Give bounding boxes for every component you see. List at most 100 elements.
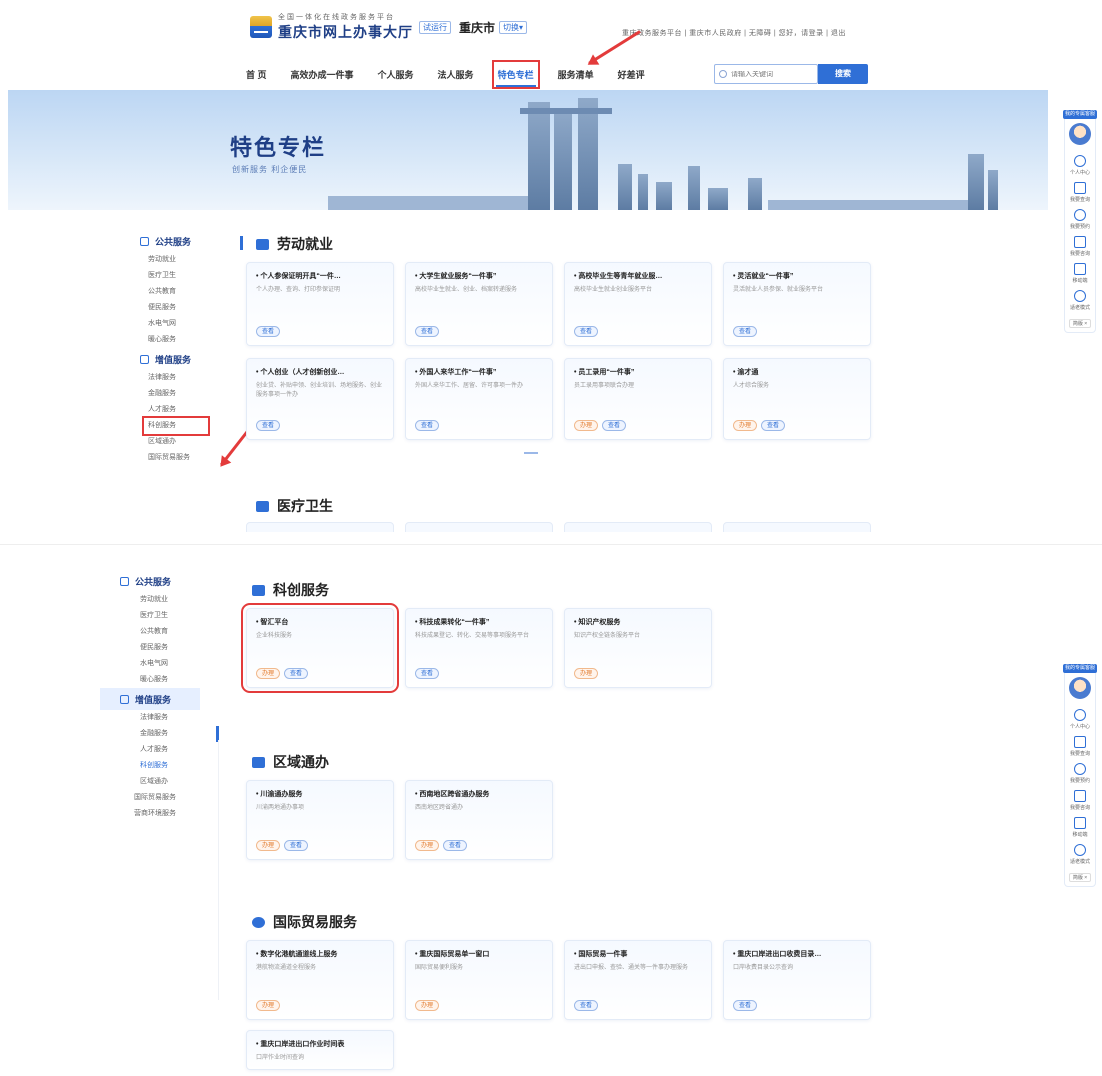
- fb-query[interactable]: 我要查询: [1070, 182, 1090, 203]
- service-card[interactable]: • 国际贸易一件事 进出口申报、查验、通关等一件事办理服务 查看: [564, 940, 712, 1020]
- search-input[interactable]: [731, 70, 811, 78]
- handle-tag[interactable]: 办理: [256, 1000, 281, 1011]
- view-tag[interactable]: 查看: [574, 326, 599, 337]
- sidebar-category-value-added[interactable]: 增值服务: [122, 348, 234, 370]
- site-logo[interactable]: 全国一体化在线政务服务平台 重庆市网上办事大厅 试运行 重庆市 切换▾: [250, 12, 528, 42]
- sidebar-divider-line: [218, 740, 219, 1000]
- nav-one-thing[interactable]: 高效办成一件事: [289, 64, 356, 85]
- view-tag[interactable]: 查看: [284, 840, 309, 851]
- sidebar-item-business-env[interactable]: 营商环境服务: [100, 806, 212, 822]
- view-tag[interactable]: 查看: [574, 1000, 599, 1011]
- top-links[interactable]: 重庆政务服务平台 | 重庆市人民政府 | 无障碍 | 您好，请登录 | 退出: [622, 28, 846, 38]
- simple-mode-toggle[interactable]: 简版 ×: [1068, 319, 1092, 328]
- sidebar-item-talent[interactable]: 人才服务: [100, 742, 212, 758]
- sidebar-item-region[interactable]: 区域通办: [100, 774, 212, 790]
- view-tag[interactable]: 查看: [443, 840, 468, 851]
- sidebar-item-utilities[interactable]: 水电气网: [122, 316, 234, 332]
- view-tag[interactable]: 查看: [415, 326, 440, 337]
- service-card[interactable]: • 重庆口岸进出口收费目录… 口岸收费目录公示查询 查看: [723, 940, 871, 1020]
- sidebar-item-science[interactable]: 科创服务: [142, 416, 210, 436]
- handle-tag[interactable]: 办理: [256, 668, 281, 679]
- service-card[interactable]: • 员工录用“一件事” 员工录用事项联合办理 办理 查看: [564, 358, 712, 440]
- service-card[interactable]: • 重庆口岸进出口作业时间表 口岸作业时间查询: [246, 1030, 394, 1070]
- search-button[interactable]: 搜索: [818, 64, 868, 84]
- sidebar-item-medical[interactable]: 医疗卫生: [100, 608, 212, 624]
- service-card-zhihui[interactable]: • 智汇平台 企业科技服务 办理 查看: [241, 603, 399, 693]
- sidebar-category-value-added[interactable]: 增值服务: [100, 688, 200, 710]
- nav-legal-person[interactable]: 法人服务: [436, 64, 476, 85]
- handle-tag[interactable]: 办理: [256, 840, 281, 851]
- city-switch-button[interactable]: 切换▾: [499, 20, 528, 34]
- customer-service-avatar[interactable]: [1069, 123, 1091, 145]
- service-card[interactable]: • 数字化港航通道线上服务 港航物流通道全程服务 办理: [246, 940, 394, 1020]
- sidebar-item-education[interactable]: 公共教育: [122, 284, 234, 300]
- sidebar-item-convenience[interactable]: 便民服务: [100, 640, 212, 656]
- handle-tag[interactable]: 办理: [574, 420, 599, 431]
- sidebar-item-science[interactable]: 科创服务: [100, 758, 212, 774]
- handle-tag[interactable]: 办理: [574, 668, 599, 679]
- simple-mode-toggle[interactable]: 简版 ×: [1068, 873, 1092, 882]
- fb-appointment[interactable]: 我要预约: [1070, 209, 1090, 230]
- nav-personal[interactable]: 个人服务: [376, 64, 416, 85]
- sidebar-item-convenience[interactable]: 便民服务: [122, 300, 234, 316]
- service-card[interactable]: • 个人创业（人才创新创业… 创业贷、补贴申领、创业培训、场地服务、创业服务事项…: [246, 358, 394, 440]
- view-tag[interactable]: 查看: [256, 420, 281, 431]
- view-tag[interactable]: 查看: [602, 420, 627, 431]
- service-card[interactable]: • 重庆国际贸易单一窗口 国际贸易便利服务 办理: [405, 940, 553, 1020]
- fb-elderly-mode[interactable]: 适老模式: [1070, 290, 1090, 311]
- fb-mobile[interactable]: 移动端: [1072, 817, 1088, 838]
- sidebar-item-talent[interactable]: 人才服务: [122, 402, 234, 418]
- sidebar-item-labor[interactable]: 劳动就业: [100, 592, 212, 608]
- nav-evaluation[interactable]: 好差评: [616, 64, 647, 85]
- sidebar-item-finance[interactable]: 金融服务: [100, 726, 212, 742]
- handle-tag[interactable]: 办理: [415, 1000, 440, 1011]
- customer-service-avatar[interactable]: [1069, 677, 1091, 699]
- sidebar-item-medical[interactable]: 医疗卫生: [122, 268, 234, 284]
- service-card[interactable]: • 高校毕业生等青年就业服… 高校毕业生就业创业服务平台 查看: [564, 262, 712, 346]
- view-tag[interactable]: 查看: [415, 668, 440, 679]
- view-tag[interactable]: 查看: [733, 1000, 758, 1011]
- medical-icon: [256, 500, 269, 512]
- nav-special-column[interactable]: 特色专栏: [491, 60, 540, 89]
- service-card[interactable]: • 个人参保证明开具“一件… 个人办理、查询、打印参保证明 查看: [246, 262, 394, 346]
- sidebar-item-region[interactable]: 区域通办: [122, 434, 234, 450]
- service-card[interactable]: • 科技成果转化“一件事” 科技成果登记、转化、交易等事项服务平台 查看: [405, 608, 553, 688]
- view-tag[interactable]: 查看: [415, 420, 440, 431]
- view-tag[interactable]: 查看: [761, 420, 786, 431]
- service-card[interactable]: • 知识产权服务 知识产权全链条服务平台 办理: [564, 608, 712, 688]
- fb-query[interactable]: 我要查询: [1070, 736, 1090, 757]
- sidebar-item-caring[interactable]: 暖心服务: [122, 332, 234, 348]
- nav-home[interactable]: 首 页: [244, 64, 269, 85]
- view-tag[interactable]: 查看: [733, 326, 758, 337]
- fb-mobile[interactable]: 移动端: [1072, 263, 1088, 284]
- handle-tag[interactable]: 办理: [733, 420, 758, 431]
- sidebar-item-education[interactable]: 公共教育: [100, 624, 212, 640]
- sidebar-category-public[interactable]: 公共服务: [100, 570, 212, 592]
- value-added-icon: [140, 354, 149, 364]
- sidebar-item-utilities[interactable]: 水电气网: [100, 656, 212, 672]
- sidebar-item-caring[interactable]: 暖心服务: [100, 672, 212, 688]
- sidebar-category-public[interactable]: 公共服务: [122, 230, 234, 252]
- sidebar-item-finance[interactable]: 金融服务: [122, 386, 234, 402]
- service-card[interactable]: • 外国人来华工作“一件事” 外国人来华工作、居留、许可事项一件办 查看: [405, 358, 553, 440]
- view-tag[interactable]: 查看: [284, 668, 309, 679]
- sidebar-item-trade[interactable]: 国际贸易服务: [122, 450, 234, 460]
- view-tag[interactable]: 查看: [256, 326, 281, 337]
- sidebar-item-legal[interactable]: 法律服务: [122, 370, 234, 386]
- fb-appointment[interactable]: 我要预约: [1070, 763, 1090, 784]
- fb-consult[interactable]: 我要咨询: [1070, 790, 1090, 811]
- fb-personal-center[interactable]: 个人中心: [1070, 709, 1090, 730]
- service-card[interactable]: • 大学生就业服务“一件事” 高校毕业生就业、创业、档案转递服务 查看: [405, 262, 553, 346]
- service-card[interactable]: • 渝才通 人才综合服务 办理 查看: [723, 358, 871, 440]
- handle-tag[interactable]: 办理: [415, 840, 440, 851]
- sidebar-item-legal[interactable]: 法律服务: [100, 710, 212, 726]
- service-card[interactable]: • 灵活就业“一件事” 灵活就业人员参保、就业服务平台 查看: [723, 262, 871, 346]
- service-card[interactable]: • 西南地区跨省通办服务 西南地区跨省通办 办理 查看: [405, 780, 553, 860]
- fb-personal-center[interactable]: 个人中心: [1070, 155, 1090, 176]
- carousel-indicator[interactable]: [524, 452, 538, 454]
- fb-consult[interactable]: 我要咨询: [1070, 236, 1090, 257]
- sidebar-item-trade[interactable]: 国际贸易服务: [100, 790, 212, 806]
- service-card[interactable]: • 川渝通办服务 川渝两地通办事项 办理 查看: [246, 780, 394, 860]
- fb-elderly-mode[interactable]: 适老模式: [1070, 844, 1090, 865]
- sidebar-item-labor[interactable]: 劳动就业: [122, 252, 234, 268]
